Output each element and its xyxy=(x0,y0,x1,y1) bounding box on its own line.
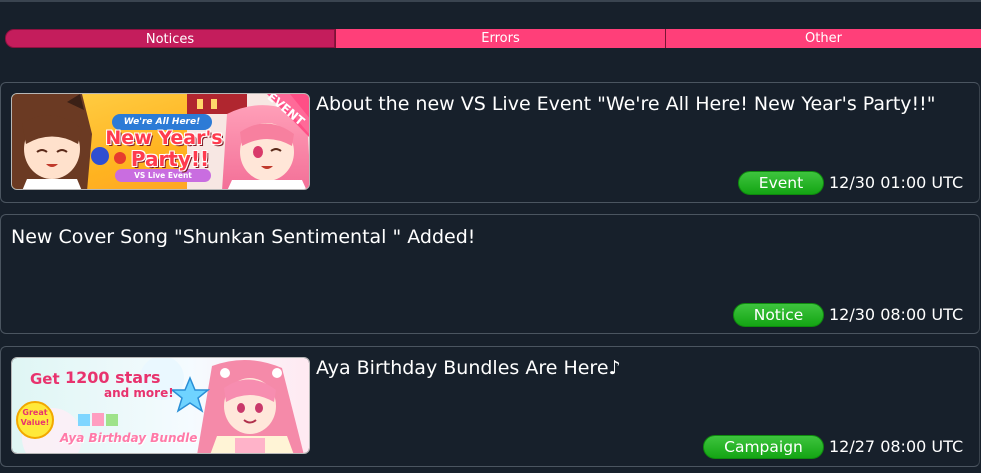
tag-badge-notice[interactable]: Notice xyxy=(733,303,824,327)
tab-other[interactable]: Other xyxy=(665,29,981,48)
notice-timestamp: 12/30 08:00 UTC xyxy=(829,305,964,324)
campaign-banner-image: Get 1200 stars and more! Great Value! Ay… xyxy=(11,357,310,454)
tab-notices[interactable]: Notices xyxy=(5,29,335,48)
notice-timestamp: 12/27 08:00 UTC xyxy=(829,437,964,456)
event-banner-line1: New Year's xyxy=(105,127,223,149)
tab-errors[interactable]: Errors xyxy=(335,29,665,48)
top-divider xyxy=(0,0,981,2)
notice-item-campaign[interactable]: Get 1200 stars and more! Great Value! Ay… xyxy=(0,346,980,467)
notice-item-cover-song[interactable]: New Cover Song "Shunkan Sentimental " Ad… xyxy=(0,214,980,334)
event-banner-line2: Party!! xyxy=(130,147,210,171)
tag-badge-event[interactable]: Event xyxy=(738,171,824,195)
notice-title[interactable]: About the new VS Live Event "We're All H… xyxy=(316,93,936,115)
event-banner-sub: VS Live Event xyxy=(134,171,192,180)
category-tabs: Notices Errors Other xyxy=(5,29,981,48)
tag-badge-campaign[interactable]: Campaign xyxy=(703,435,824,459)
notice-title[interactable]: Aya Birthday Bundles Are Here♪ xyxy=(316,357,621,379)
campaign-banner-bundle: Aya Birthday Bundle xyxy=(60,431,198,445)
notice-title[interactable]: New Cover Song "Shunkan Sentimental " Ad… xyxy=(11,226,475,248)
campaign-banner-get: Get xyxy=(30,370,60,388)
notice-item-event[interactable]: We're All Here! New Year's Party!! VS Li… xyxy=(0,82,980,203)
campaign-banner-value: Value! xyxy=(20,418,50,427)
event-banner-image: We're All Here! New Year's Party!! VS Li… xyxy=(11,93,310,190)
campaign-banner-more: and more! xyxy=(104,386,174,400)
campaign-banner-great: Great xyxy=(22,408,48,417)
notice-timestamp: 12/30 01:00 UTC xyxy=(829,173,964,192)
campaign-banner-stars: 1200 stars xyxy=(65,368,161,387)
